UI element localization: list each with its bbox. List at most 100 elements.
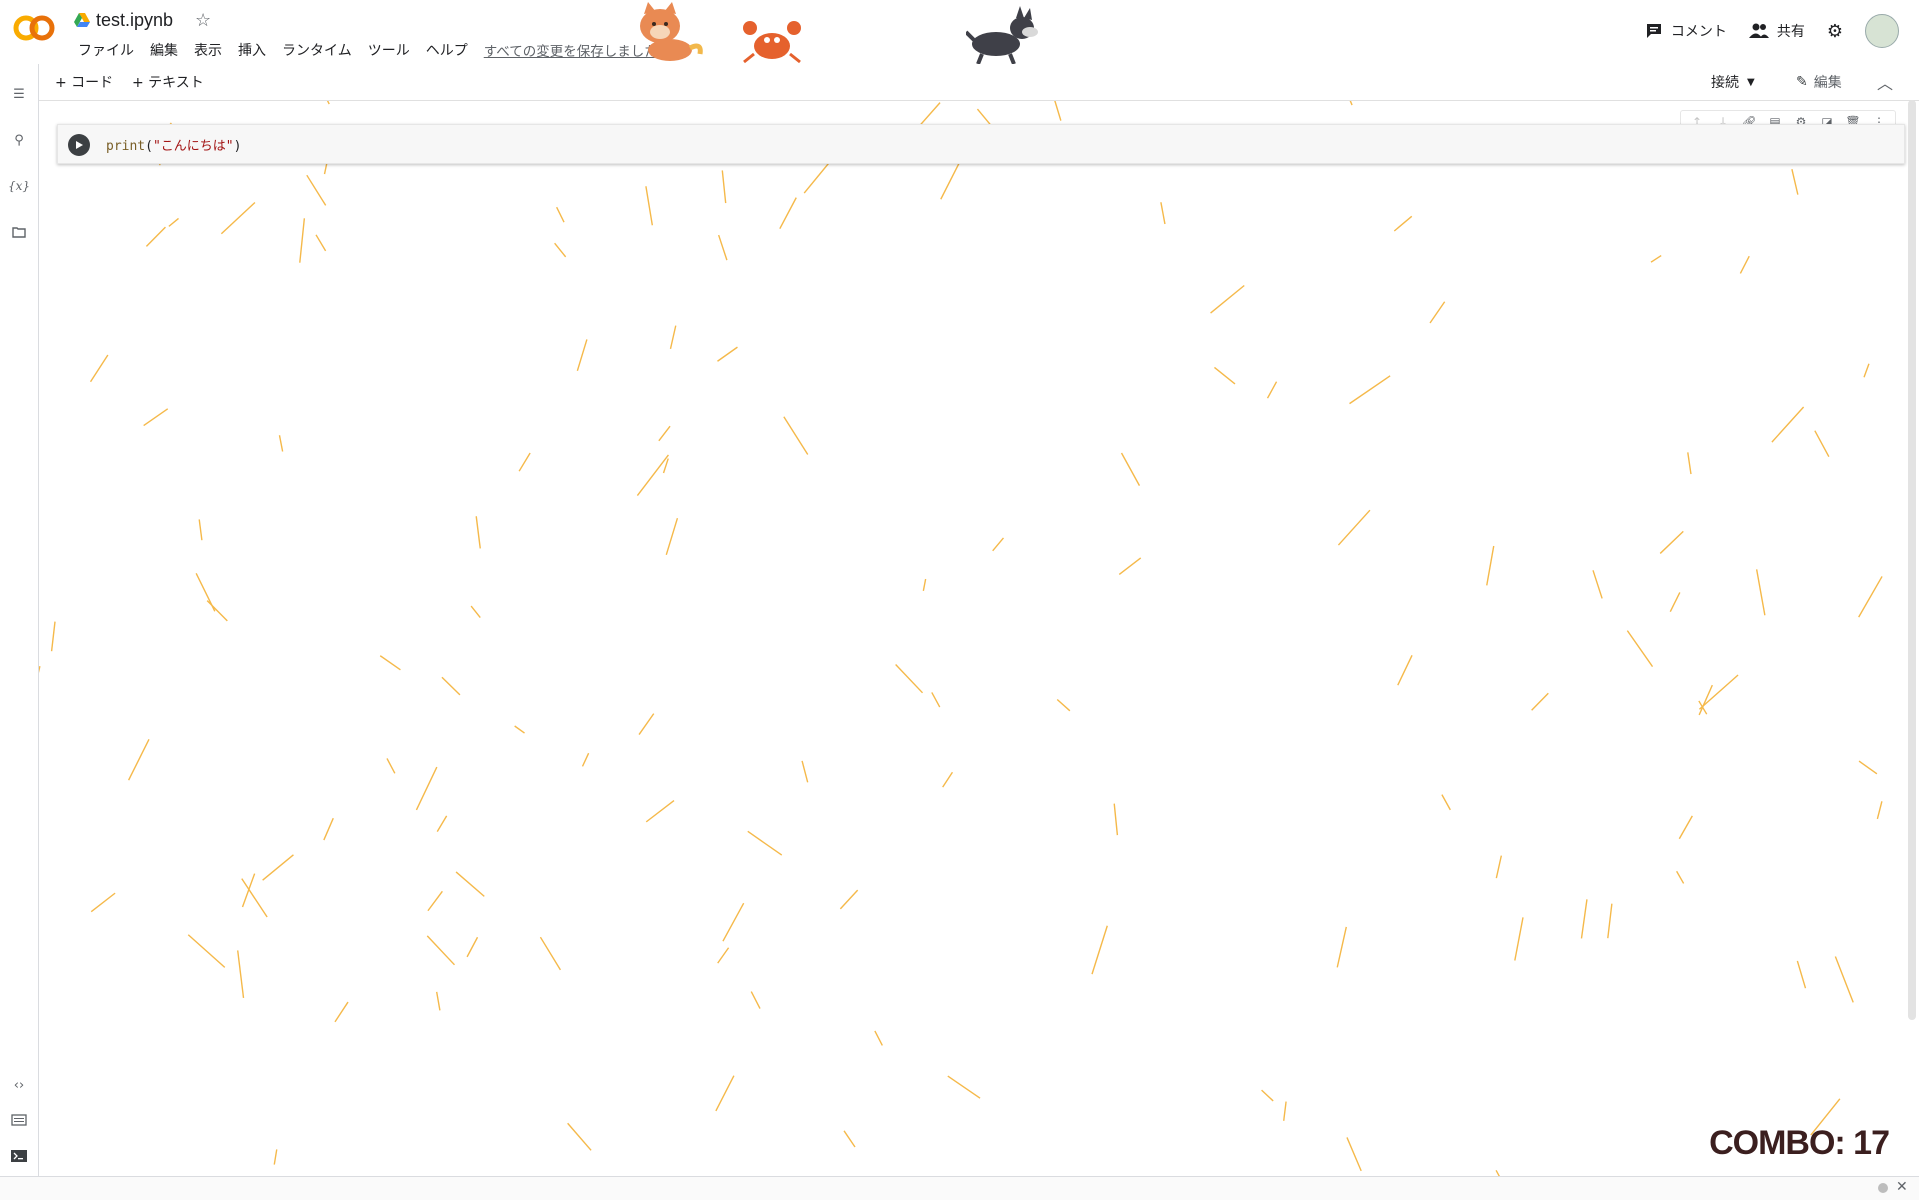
rain-streak	[470, 605, 481, 618]
star-icon[interactable]: ☆	[195, 10, 211, 31]
rain-streak	[1698, 674, 1739, 710]
rain-streak	[1659, 530, 1684, 554]
rain-streak	[278, 435, 284, 452]
menu-tools[interactable]: ツール	[360, 38, 418, 62]
rain-streak	[1531, 692, 1549, 711]
code-cell[interactable]: print("こんにちは")	[57, 124, 1905, 164]
folder-icon[interactable]	[8, 221, 30, 243]
rain-streak	[1687, 452, 1692, 475]
rain-streak	[1349, 375, 1391, 405]
vertical-scrollbar[interactable]	[1908, 100, 1916, 1020]
rain-streak	[1261, 1089, 1274, 1102]
rain-streak	[645, 186, 654, 226]
rain-streak	[750, 991, 761, 1009]
rain-streak	[1393, 215, 1413, 232]
terminal-icon[interactable]	[8, 1145, 30, 1167]
status-bar: ✕	[0, 1176, 1919, 1200]
edit-button[interactable]: ✎ 編集	[1796, 72, 1842, 92]
rain-streak	[554, 242, 567, 258]
notebook-toolbar: + コード + テキスト 接続 ▼ ✎ 編集 ︿	[39, 64, 1919, 101]
rain-streak	[323, 817, 334, 841]
menu-help[interactable]: ヘルプ	[418, 38, 476, 62]
edit-label: 編集	[1813, 75, 1842, 91]
menu-view[interactable]: 表示	[186, 38, 230, 62]
rain-streak	[1336, 926, 1347, 968]
rain-streak	[475, 516, 481, 549]
rain-streak	[874, 1030, 883, 1046]
rain-streak	[1056, 698, 1071, 712]
header: test.ipynb ☆ ファイル 編集 表示 挿入 ランタイム ツール ヘルプ…	[0, 0, 1919, 65]
close-icon[interactable]: ✕	[1896, 1179, 1908, 1195]
rain-streak	[539, 936, 562, 971]
comment-button[interactable]: コメント	[1645, 21, 1727, 41]
rain-streak	[1626, 630, 1654, 668]
rain-streak	[662, 458, 669, 474]
rain-streak	[747, 830, 783, 856]
rain-streak	[1113, 803, 1119, 836]
rain-streak	[220, 202, 256, 235]
drive-icon	[74, 13, 90, 27]
rain-streak	[722, 902, 745, 942]
avatar[interactable]	[1865, 14, 1899, 48]
add-code-button[interactable]: + コード	[55, 72, 113, 92]
rain-streak	[426, 935, 456, 966]
doc-title[interactable]: test.ipynb	[96, 10, 173, 31]
rain-streak	[1755, 569, 1766, 616]
code-editor-line[interactable]: print("こんにちは")	[106, 135, 241, 154]
rain-streak	[386, 758, 396, 774]
rain-streak	[1160, 202, 1166, 225]
menu-edit[interactable]: 編集	[142, 38, 186, 62]
rain-streak	[1283, 1101, 1287, 1121]
rain-streak	[1676, 870, 1685, 884]
left-sidebar: ☰ ⚲ {x} ‹›	[0, 64, 39, 1176]
rain-streak	[1834, 956, 1854, 1003]
connect-label: 接続	[1711, 75, 1739, 91]
connect-button[interactable]: 接続 ▼	[1711, 72, 1755, 92]
rain-streak	[143, 408, 169, 427]
toc-icon[interactable]: ☰	[8, 83, 30, 105]
code-snippets-icon[interactable]: ‹›	[8, 1074, 30, 1096]
dog-mascot	[966, 6, 1038, 65]
rain-streak	[721, 170, 727, 204]
rain-streak	[427, 890, 443, 912]
rain-streak	[843, 1130, 856, 1148]
rain-streak	[1771, 406, 1805, 443]
variables-icon[interactable]: {x}	[8, 175, 30, 197]
rain-streak	[466, 936, 479, 958]
rain-streak	[237, 950, 245, 999]
rain-streak	[273, 1149, 278, 1165]
menu-bar: ファイル 編集 表示 挿入 ランタイム ツール ヘルプ すべての変更を保存しまし…	[70, 38, 666, 62]
search-icon[interactable]: ⚲	[8, 129, 30, 151]
rain-streak	[1266, 381, 1278, 399]
run-cell-button[interactable]	[68, 134, 90, 156]
rain-streak	[931, 692, 941, 708]
cat-mascot	[640, 2, 703, 61]
rain-streak	[576, 339, 588, 372]
comment-label: コメント	[1670, 24, 1727, 40]
command-palette-icon[interactable]	[8, 1109, 30, 1131]
menu-file[interactable]: ファイル	[70, 38, 142, 62]
code-string: "こんにちは"	[152, 139, 234, 154]
rain-streak	[241, 878, 268, 918]
rain-streak	[1120, 452, 1141, 486]
settings-gear-icon[interactable]: ⚙	[1827, 21, 1843, 42]
share-button[interactable]: 共有	[1748, 21, 1805, 41]
add-text-button[interactable]: + テキスト	[132, 72, 204, 92]
rain-streak	[1429, 301, 1446, 324]
rain-streak	[1739, 255, 1750, 274]
rain-streak	[1441, 794, 1451, 811]
rain-streak	[715, 1075, 735, 1112]
rain-streak	[379, 655, 401, 671]
rain-streak	[514, 725, 525, 734]
colab-logo	[13, 15, 55, 41]
rain-streak	[299, 218, 306, 263]
rain-streak	[306, 174, 327, 206]
collapse-header-icon[interactable]: ︿	[1877, 70, 1893, 94]
share-label: 共有	[1776, 24, 1805, 40]
menu-runtime[interactable]: ランタイム	[274, 38, 360, 62]
rain-streak	[241, 873, 256, 908]
menu-insert[interactable]: 挿入	[230, 38, 274, 62]
rain-streak	[669, 325, 677, 350]
play-icon	[76, 141, 83, 149]
rain-streak	[168, 217, 179, 227]
